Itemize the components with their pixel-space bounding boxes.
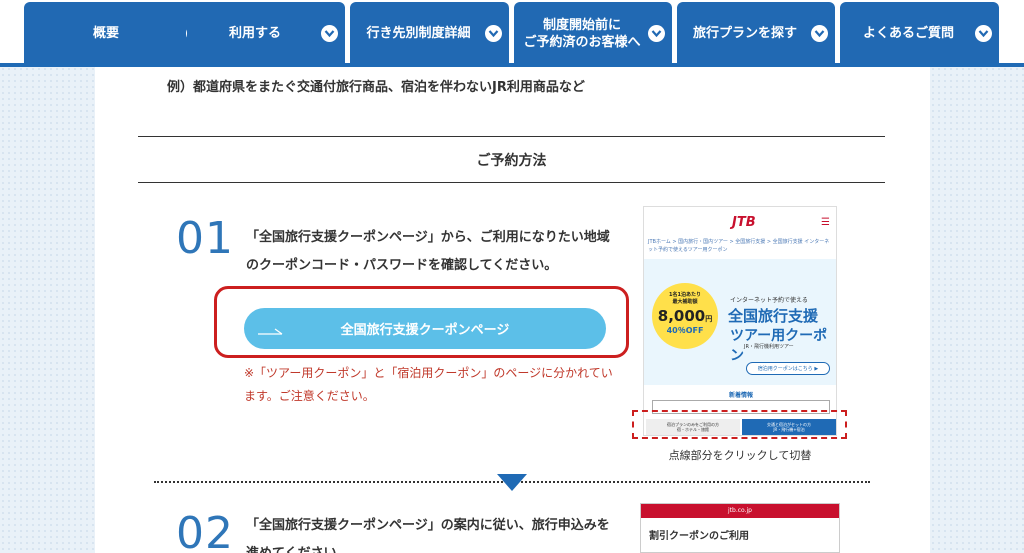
discount-badge: 1名1泊あたり 最大補助額 8,000円 40％OFF xyxy=(652,283,718,349)
tab-label: 制度開始前に ご予約済のお客様へ xyxy=(523,17,641,50)
chevron-down-icon xyxy=(811,25,828,42)
news-heading: 新着情報 xyxy=(728,392,753,399)
step-number: 01 xyxy=(176,213,234,264)
coupon-page-preview: JTB ☰ JTBホーム > 国内旅行・国内ツアー > 全国旅行支援 > 全国旅… xyxy=(643,206,837,436)
breadcrumb: JTBホーム > 国内旅行・国内ツアー > 全国旅行支援 > 全国旅行支援 イン… xyxy=(648,239,830,253)
preview2-title: 割引クーポンのご利用 xyxy=(649,531,749,542)
hamburger-menu-icon: ☰ xyxy=(821,217,830,228)
tab-label: 利用する xyxy=(228,26,281,41)
example-text: 例）都道府県をまたぐ交通付旅行商品、宿泊を伴わないJR利用商品など xyxy=(167,80,585,95)
coupon-usage-preview: jtb.co.jp 割引クーポンのご利用 xyxy=(640,503,840,553)
badge-unit: 円 xyxy=(705,315,713,323)
hero-subtitle: インターネット予約で使える xyxy=(730,297,808,304)
coupon-page-button-label: 全国旅行支援クーポンページ xyxy=(340,323,510,338)
stay-coupon-link[interactable]: 宿泊用クーポンはこちら ▶ xyxy=(746,362,830,375)
preview-caption: 点線部分をクリックして切替 xyxy=(668,449,812,462)
badge-amount: 8,000 xyxy=(657,307,706,325)
hero-sub: JR・飛行機利用ツアー xyxy=(744,344,794,350)
jtb-logo: JTB xyxy=(732,215,756,230)
dashed-highlight xyxy=(632,410,847,439)
tab-use[interactable]: 利用する xyxy=(187,2,345,65)
section-title: ご予約方法 xyxy=(476,153,547,169)
chevron-down-icon xyxy=(485,25,502,42)
tab-pre-booked-customers[interactable]: 制度開始前に ご予約済のお客様へ xyxy=(514,2,672,65)
badge-top: 1名1泊あたり 最大補助額 xyxy=(669,292,701,305)
step-description: 「全国旅行支援クーポンページ」の案内に従い、旅行申込みを進めてください。 xyxy=(246,518,610,553)
coupon-note: ※「ツアー用クーポン」と「宿泊用クーポン」のページに分かれています。ご注意くださ… xyxy=(244,366,613,403)
step-description: 「全国旅行支援クーポンページ」から、ご利用になりたい地域のクーポンコード・パスワ… xyxy=(246,230,610,273)
coupon-page-button[interactable]: 全国旅行支援クーポンページ xyxy=(244,308,606,349)
tab-label: 概要 xyxy=(92,26,119,41)
tab-label: 行き先別制度詳細 xyxy=(366,26,471,41)
section-rule-bottom xyxy=(138,182,885,183)
tab-label: 旅行プランを探す xyxy=(692,26,797,41)
step-number: 02 xyxy=(176,508,234,553)
section-rule-top xyxy=(138,136,885,137)
chevron-down-icon xyxy=(321,25,338,42)
chevron-down-icon xyxy=(975,25,992,42)
top-nav: 概要 利用する 行き先別制度詳細 制度開始前に ご予約済のお客様へ 旅行プランを… xyxy=(0,0,1024,65)
tab-label: よくあるご質問 xyxy=(862,26,954,41)
badge-off: 40％OFF xyxy=(666,326,704,335)
chevron-down-icon xyxy=(648,25,665,42)
site-bar: jtb.co.jp xyxy=(641,504,839,518)
tab-find-travel-plan[interactable]: 旅行プランを探す xyxy=(677,2,835,65)
tab-overview[interactable]: 概要 xyxy=(24,2,210,65)
hero-title: 全国旅行支援 xyxy=(728,307,819,325)
tab-faq[interactable]: よくあるご質問 xyxy=(840,2,999,65)
down-arrow-icon xyxy=(497,474,527,491)
tab-destination-details[interactable]: 行き先別制度詳細 xyxy=(350,2,509,65)
arrow-right-icon xyxy=(258,325,284,340)
